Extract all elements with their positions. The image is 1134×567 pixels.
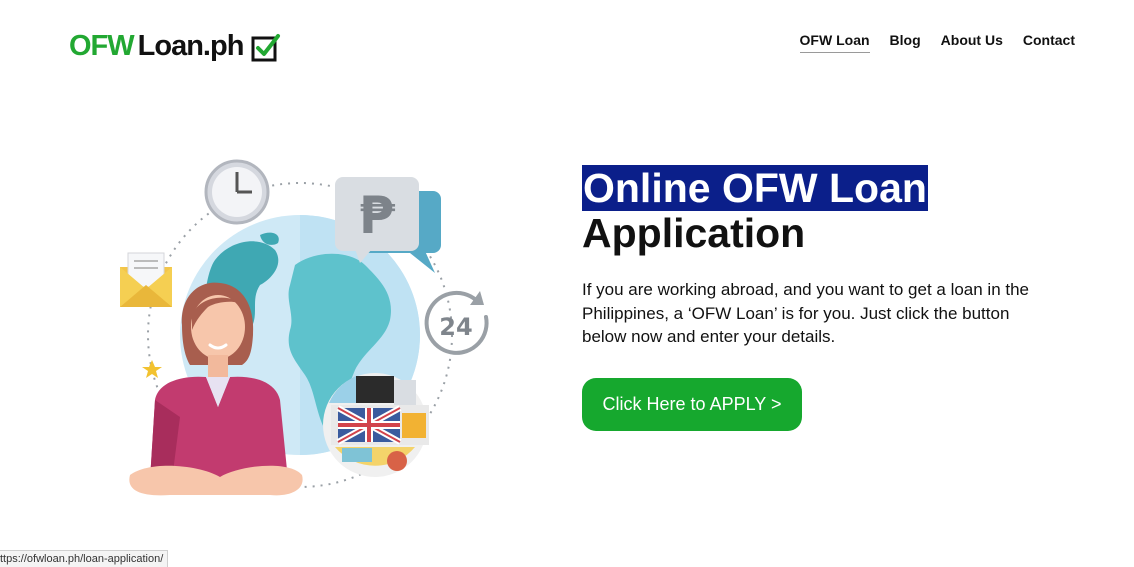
24-hours-icon: 24 <box>424 290 489 355</box>
star-icon <box>142 360 162 378</box>
clock-icon <box>204 159 270 225</box>
nav-about-us[interactable]: About Us <box>941 32 1003 53</box>
hero-title-rest: Application <box>582 210 806 256</box>
hero-title: Online OFW Loan Application <box>582 165 1082 256</box>
hero-section: Online OFW Loan Application If you are w… <box>582 165 1082 431</box>
browser-status-url: ttps://ofwloan.ph/loan-application/ <box>0 550 169 567</box>
nav-contact[interactable]: Contact <box>1023 32 1075 53</box>
site-logo[interactable]: OFW Loan.ph <box>69 30 281 63</box>
hero-title-highlight: Online OFW Loan <box>582 165 928 211</box>
logo-domain-text: Loan.ph <box>137 30 245 62</box>
24-hours-label: 24 <box>439 313 472 341</box>
envelope-icon <box>120 252 172 307</box>
apply-button[interactable]: Click Here to APPLY > <box>582 378 802 431</box>
peso-symbol: ₱ <box>359 186 396 246</box>
hero-illustration: ₱ 24 <box>120 159 489 496</box>
checkbox-check-icon <box>251 33 281 61</box>
logo-ofw-text: OFW <box>69 30 135 62</box>
nav-blog[interactable]: Blog <box>890 32 921 53</box>
hero-description: If you are working abroad, and you want … <box>582 280 1030 346</box>
flags-globe-icon <box>323 373 429 477</box>
main-nav: OFW Loan Blog About Us Contact <box>799 32 1075 53</box>
nav-ofw-loan[interactable]: OFW Loan <box>799 32 870 53</box>
